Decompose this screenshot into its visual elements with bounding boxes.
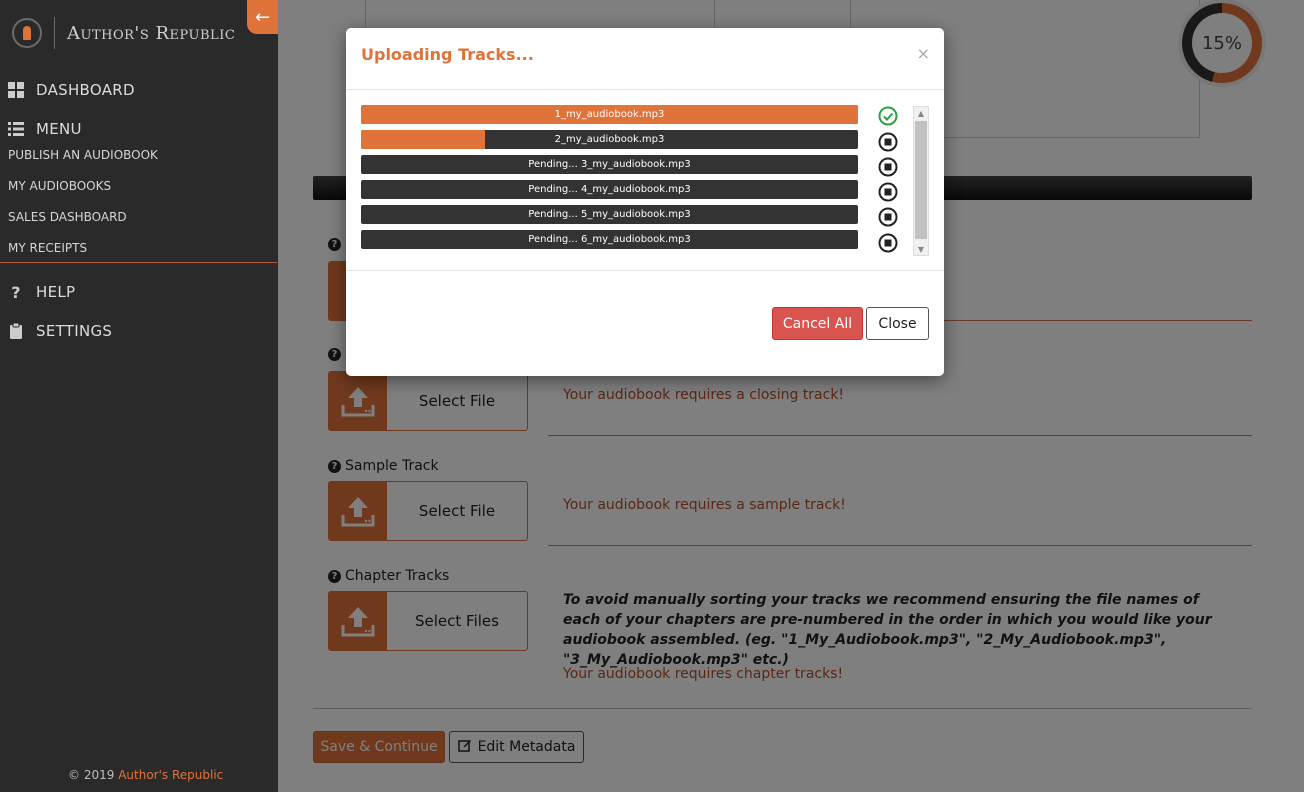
- sidebar-item-my-receipts[interactable]: MY RECEIPTS: [0, 241, 278, 272]
- sidebar-item-my-audiobooks[interactable]: MY AUDIOBOOKS: [0, 179, 278, 210]
- close-button[interactable]: Close: [866, 307, 929, 340]
- stop-circle-icon[interactable]: [878, 132, 898, 152]
- arrow-left-icon: ←: [254, 6, 271, 28]
- clipboard-icon: [8, 323, 24, 339]
- upload-list-scrollbar[interactable]: ▲ ▼: [913, 106, 929, 256]
- scrollbar-thumb[interactable]: [915, 121, 927, 239]
- sidebar-item-sales-dashboard[interactable]: SALES DASHBOARD: [0, 210, 278, 241]
- sidebar-item-label: HELP: [36, 283, 76, 301]
- stop-circle-icon[interactable]: [878, 157, 898, 177]
- check-circle-icon: [878, 106, 898, 126]
- upload-progress-bar: Pending... 5_my_audiobook.mp3: [361, 205, 858, 224]
- sidebar-item-label: MENU: [36, 120, 82, 138]
- upload-modal: Uploading Tracks... × 1_my_audiobook.mp3…: [346, 28, 944, 376]
- sidebar-item-menu[interactable]: MENU: [0, 119, 82, 139]
- question-icon: ?: [11, 282, 21, 302]
- sidebar-submenu: PUBLISH AN AUDIOBOOK MY AUDIOBOOKS SALES…: [0, 148, 278, 272]
- stop-circle-icon[interactable]: [878, 182, 898, 202]
- modal-title: Uploading Tracks...: [361, 45, 534, 64]
- sidebar-collapse-button[interactable]: ←: [247, 0, 278, 34]
- brand[interactable]: Author's Republic: [12, 16, 235, 50]
- upload-progress-bar: 1_my_audiobook.mp3: [361, 105, 858, 124]
- sidebar-item-publish-audiobook[interactable]: PUBLISH AN AUDIOBOOK: [0, 148, 278, 179]
- upload-list: 1_my_audiobook.mp3 2_my_audiobook.mp3 Pe…: [346, 90, 944, 271]
- footer: © 2019 Author's Republic: [68, 768, 223, 782]
- copyright-text: © 2019: [68, 768, 115, 782]
- brand-name: Author's Republic: [67, 22, 236, 44]
- sidebar-divider: [0, 262, 277, 263]
- grid-icon: [8, 82, 24, 98]
- footer-brand-link[interactable]: Author's Republic: [118, 768, 223, 782]
- modal-header: Uploading Tracks... ×: [346, 28, 944, 90]
- cancel-all-button[interactable]: Cancel All: [772, 307, 863, 340]
- upload-progress-bar: Pending... 6_my_audiobook.mp3: [361, 230, 858, 249]
- sidebar-item-dashboard[interactable]: DASHBOARD: [0, 80, 135, 100]
- close-icon[interactable]: ×: [917, 44, 930, 63]
- chevron-down-icon[interactable]: ▼: [914, 243, 928, 255]
- sidebar-item-help[interactable]: ? HELP: [0, 282, 75, 302]
- upload-progress-bar: Pending... 4_my_audiobook.mp3: [361, 180, 858, 199]
- stop-circle-icon[interactable]: [878, 233, 898, 253]
- brand-divider: [54, 17, 55, 49]
- torch-logo-icon: [12, 18, 42, 48]
- sidebar-item-label: SETTINGS: [36, 322, 113, 340]
- upload-progress-bar: Pending... 3_my_audiobook.mp3: [361, 155, 858, 174]
- chevron-up-icon[interactable]: ▲: [914, 107, 928, 119]
- sidebar: Author's Republic ← DASHBOARD MENU PUBLI…: [0, 0, 278, 792]
- list-icon: [8, 121, 24, 137]
- stop-circle-icon[interactable]: [878, 207, 898, 227]
- sidebar-item-label: DASHBOARD: [36, 81, 135, 99]
- sidebar-item-settings[interactable]: SETTINGS: [0, 321, 112, 341]
- upload-progress-bar: 2_my_audiobook.mp3: [361, 130, 858, 149]
